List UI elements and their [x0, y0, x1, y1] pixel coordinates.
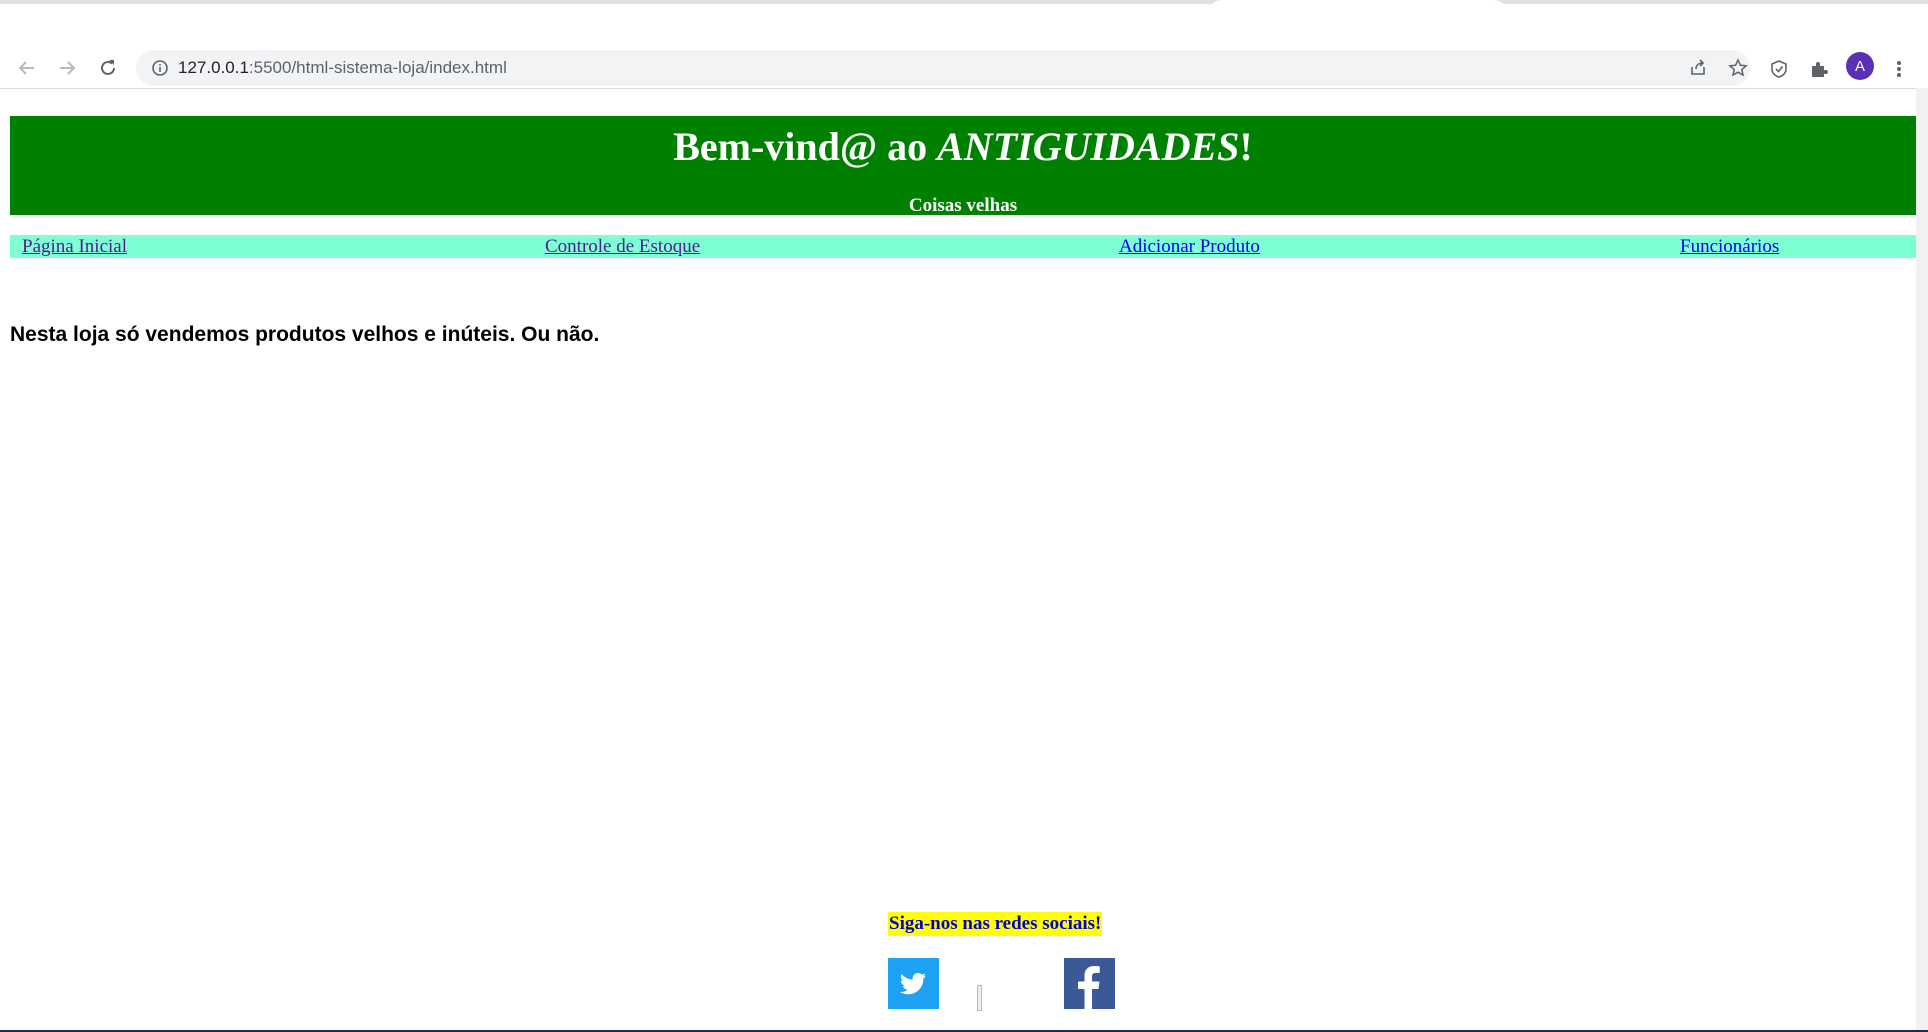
browser-toolbar: 127.0.0.1:5500/html-sistema-loja/index.h…: [0, 48, 1928, 89]
facebook-icon[interactable]: [1064, 958, 1115, 1009]
title-brand: ANTIGUIDADES: [937, 124, 1240, 169]
web-page: Bem-vind@ ao ANTIGUIDADES! Coisas velhas…: [0, 89, 1916, 1032]
extensions-puzzle-icon[interactable]: [1806, 56, 1832, 82]
url-host: 127.0.0.1: [178, 58, 249, 77]
social-title: Siga-nos nas redes sociais!: [888, 912, 1103, 936]
address-bar[interactable]: 127.0.0.1:5500/html-sistema-loja/index.h…: [136, 50, 1750, 86]
shield-extension-icon[interactable]: [1766, 56, 1792, 82]
main-nav: Página Inicial Controle de Estoque Adici…: [10, 235, 1916, 258]
more-menu-icon[interactable]: [1886, 56, 1912, 82]
url-text: 127.0.0.1:5500/html-sistema-loja/index.h…: [178, 58, 507, 78]
nav-link-adicionar-produto[interactable]: Adicionar Produto: [1119, 235, 1260, 258]
page-subtitle: Coisas velhas: [908, 195, 1018, 216]
nav-link-controle-de-estoque[interactable]: Controle de Estoque: [545, 235, 700, 258]
nav-link-funcionarios[interactable]: Funcionários: [1680, 235, 1779, 258]
profile-avatar[interactable]: A: [1846, 52, 1874, 80]
tab-strip: [0, 0, 1928, 48]
twitter-icon[interactable]: [888, 958, 939, 1009]
intro-text: Nesta loja só vendemos produtos velhos e…: [10, 323, 600, 346]
broken-image-separator: [977, 985, 982, 1011]
bookmark-star-icon[interactable]: [1726, 56, 1750, 80]
page-title: Bem-vind@ ao ANTIGUIDADES!: [10, 122, 1916, 172]
browser-window: 127.0.0.1:5500/html-sistema-loja/index.h…: [0, 0, 1928, 1032]
site-info-icon[interactable]: [150, 58, 170, 78]
title-suffix: !: [1239, 124, 1253, 169]
url-path: :5500/html-sistema-loja/index.html: [248, 58, 507, 77]
active-tab[interactable]: [1208, 0, 1508, 48]
share-icon[interactable]: [1686, 56, 1710, 80]
title-prefix: Bem-vind@ ao: [673, 124, 938, 169]
forward-icon[interactable]: [53, 54, 81, 82]
back-icon[interactable]: [13, 54, 41, 82]
site-header: Bem-vind@ ao ANTIGUIDADES! Coisas velhas: [10, 116, 1916, 216]
nav-link-pagina-inicial[interactable]: Página Inicial: [22, 235, 127, 258]
page-scrollbar[interactable]: [1916, 88, 1928, 1032]
reload-icon[interactable]: [94, 54, 122, 82]
